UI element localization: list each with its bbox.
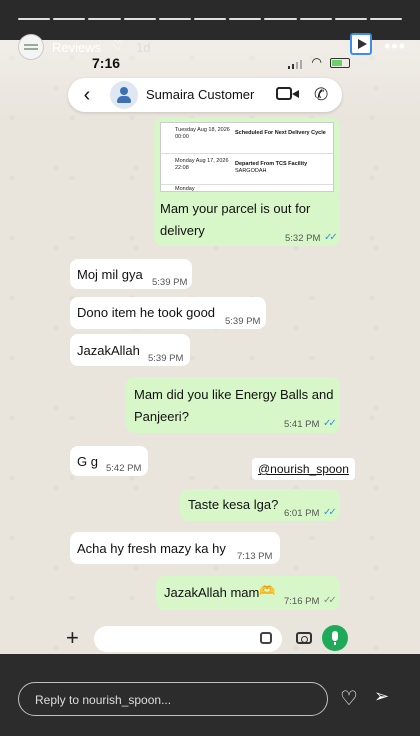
message-text-line: delivery [160,223,205,238]
message-time: 5:39 PM [225,316,261,327]
story-viewer: Reviews ♡ 1d ••• 7:16 ◠ ‹ Sumaira Custom… [0,0,420,736]
message-text: JazakAllah mam [164,585,260,600]
message-text-line: Mam your parcel is out for [160,201,311,216]
back-arrow-icon[interactable]: ‹ [76,84,98,106]
message-text: Dono item he took good [77,305,216,320]
phone-status-bar: 7:16 ◠ [0,55,420,71]
reply-placeholder: Reply to nourish_spoon... [35,693,172,707]
tracking-event: Departed From TCS Facility SARGODAH [235,161,331,175]
tracking-date: Tuesday Aug 18, 2026 00:00 [175,127,230,140]
message-time: 5:41 PM [284,419,320,430]
read-receipt-icon: ✓✓ [323,418,337,429]
chat-header: ‹ Sumaira Customer ✆ [68,78,342,112]
progress-segment [334,18,367,20]
contact-avatar[interactable] [110,81,138,109]
message-time: 7:13 PM [237,551,273,562]
tracking-event: Scheduled For Next Delivery Cycle [235,130,331,137]
sent-receipt-icon: ✓✓ [323,595,337,606]
message-text: G g [77,454,98,469]
battery-icon [330,58,350,68]
read-receipt-icon: ✓✓ [324,232,338,243]
message-time: 7:16 PM [284,596,320,607]
video-call-icon[interactable] [276,87,299,100]
status-clock: 7:16 [92,55,121,71]
message-bubble-incoming[interactable]: G g 5:42 PM [70,446,148,476]
phone-call-icon[interactable]: ✆ [314,85,328,105]
message-text: Moj mil gya [77,267,143,282]
message-text-line: Mam did you like Energy Balls and [134,387,334,402]
progress-segment [369,18,403,20]
tracking-image-bubble[interactable]: Tuesday Aug 18, 2026 00:00 Scheduled For… [154,118,340,198]
signal-icon [288,59,302,69]
message-time: 6:01 PM [284,508,320,519]
story-reply-input[interactable]: Reply to nourish_spoon... [18,682,328,716]
plus-icon[interactable]: + [66,626,79,650]
story-age: 1d [136,40,151,55]
message-text-line: Panjeeri? [134,409,189,424]
progress-segment [229,18,262,20]
message-bubble-outgoing[interactable]: Taste kesa lga? 6:01 PM ✓✓ [180,489,340,521]
progress-segment [53,18,86,20]
message-bubble-incoming[interactable]: Moj mil gya 5:39 PM [70,259,192,289]
camera-icon[interactable] [296,632,312,644]
message-bubble-incoming[interactable]: JazakAllah 5:39 PM [70,334,190,366]
tracking-card: Tuesday Aug 18, 2026 00:00 Scheduled For… [160,122,334,192]
progress-segment [299,18,332,20]
message-text: Taste kesa lga? [188,497,279,512]
message-time: 5:32 PM [285,233,321,244]
progress-segment [264,18,297,20]
highlight-heart-icon: ♡ [112,38,124,53]
message-time: 5:39 PM [148,353,184,364]
tracking-event-text: Departed From TCS Facility [235,161,308,167]
progress-segment [18,18,51,20]
like-heart-icon[interactable]: ♡ [340,686,358,711]
more-options-icon[interactable]: ••• [384,36,406,57]
progress-segment [123,18,156,20]
message-input[interactable] [94,626,282,652]
message-text: Acha hy fresh mazy ka hy [77,541,226,556]
tracking-row: Tuesday Aug 18, 2026 00:00 Scheduled For… [161,123,333,154]
tracking-date: Monday Aug 17, 2026 22:08 [175,158,229,171]
heart-hands-emoji: 🫶 [259,583,276,598]
progress-segment [158,18,191,20]
contact-name[interactable]: Sumaira Customer [146,87,254,102]
mic-icon[interactable] [322,625,348,651]
wifi-icon: ◠ [311,55,322,69]
tracking-row: Monday Aug 17, 2026 22:08 Departed From … [161,154,333,185]
send-icon[interactable]: ➢ [374,686,389,707]
message-bubble-outgoing[interactable]: JazakAllah mam 🫶 7:16 PM ✓✓ [156,576,340,610]
progress-segment [193,18,227,20]
sticker-icon[interactable] [260,632,272,644]
message-bubble-incoming[interactable]: Acha hy fresh mazy ka hy 7:13 PM [70,532,280,564]
story-username[interactable]: Reviews [52,40,101,55]
story-progress-bars [18,18,403,20]
message-time: 5:39 PM [152,277,188,288]
message-time: 5:42 PM [106,463,142,474]
message-bubble-outgoing[interactable]: Mam did you like Energy Balls and Panjee… [126,377,340,433]
mention-sticker[interactable]: @nourish_spoon [252,458,355,480]
message-text: JazakAllah [77,343,140,358]
chat-composer: + [0,624,420,656]
progress-segment [88,18,121,20]
tracking-location: SARGODAH [235,168,267,174]
message-bubble-outgoing[interactable]: Mam your parcel is out for delivery 5:32… [154,192,340,246]
message-bubble-incoming[interactable]: Dono item he took good 5:39 PM [70,297,266,329]
tracking-event-text: Scheduled For Next Delivery Cycle [235,130,326,136]
play-icon[interactable] [350,33,372,55]
read-receipt-icon: ✓✓ [323,507,337,518]
